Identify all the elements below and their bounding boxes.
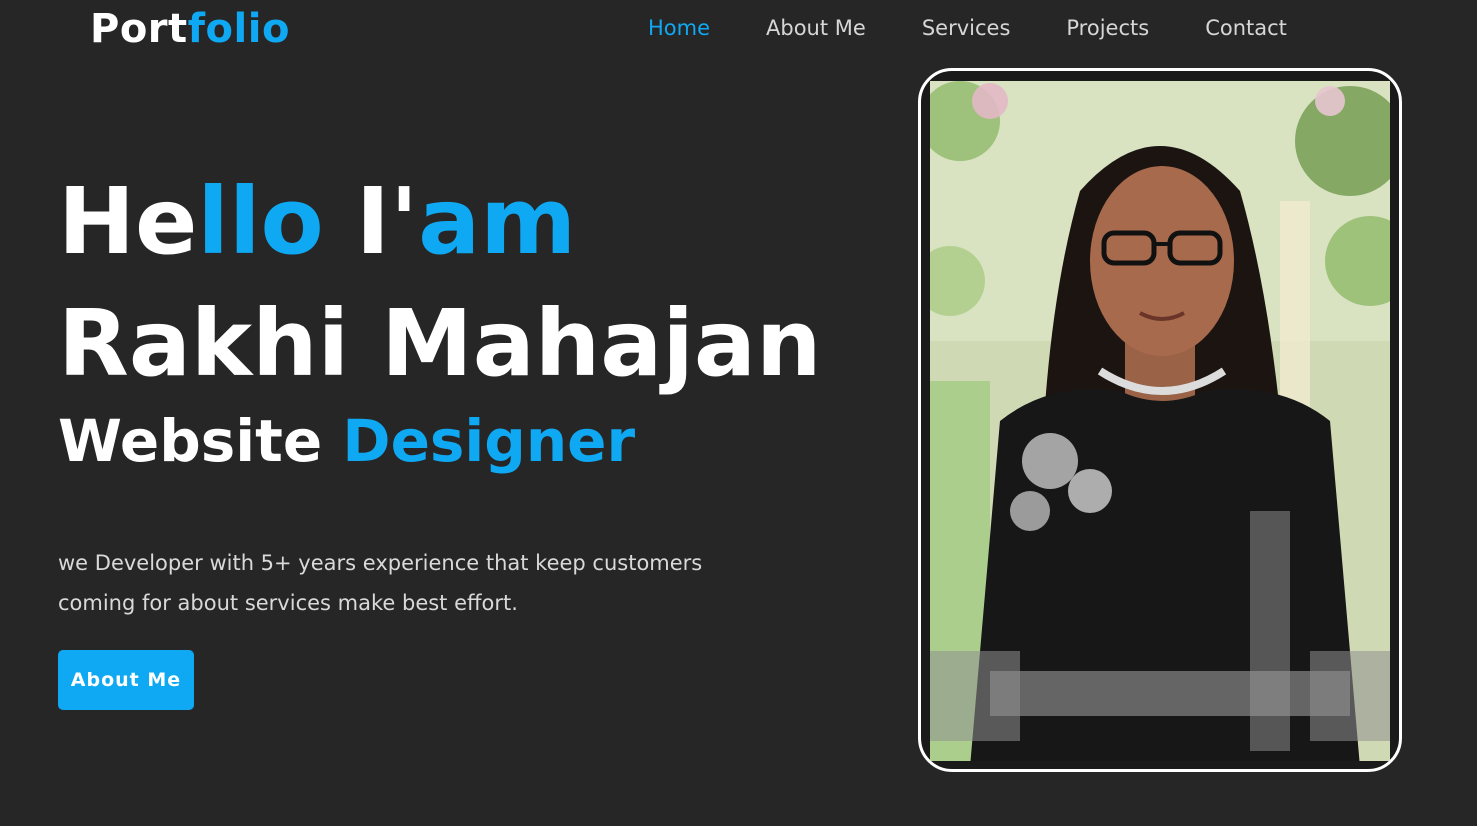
portrait-illustration: [930, 81, 1390, 761]
nav-about-me[interactable]: About Me: [738, 16, 894, 40]
logo-part-2: folio: [187, 6, 290, 52]
hero-greeting: Hello I'am: [58, 176, 576, 268]
hero-name: Rakhi Mahajan: [58, 290, 822, 397]
profile-photo: [930, 81, 1390, 761]
greeting-part-4: am: [418, 168, 577, 275]
role-part-2: Designer: [342, 407, 636, 475]
hero-role: Website Designer: [58, 412, 635, 470]
profile-photo-frame: [918, 68, 1402, 772]
greeting-part-3: I': [323, 168, 419, 275]
nav-services[interactable]: Services: [894, 16, 1039, 40]
nav-home[interactable]: Home: [620, 16, 738, 40]
page: Portfolio Home About Me Services Project…: [0, 0, 1477, 826]
logo[interactable]: Portfolio: [90, 6, 290, 52]
nav-contact[interactable]: Contact: [1177, 16, 1315, 40]
nav-projects[interactable]: Projects: [1038, 16, 1177, 40]
logo-part-1: Port: [90, 6, 188, 52]
about-me-button[interactable]: About Me: [58, 650, 194, 710]
role-part-1: Website: [58, 407, 343, 475]
greeting-part-2: llo: [197, 168, 324, 275]
main-nav: Home About Me Services Projects Contact: [620, 16, 1315, 40]
greeting-part-1: He: [58, 168, 198, 275]
hero-description: we Developer with 5+ years experience th…: [58, 551, 703, 615]
